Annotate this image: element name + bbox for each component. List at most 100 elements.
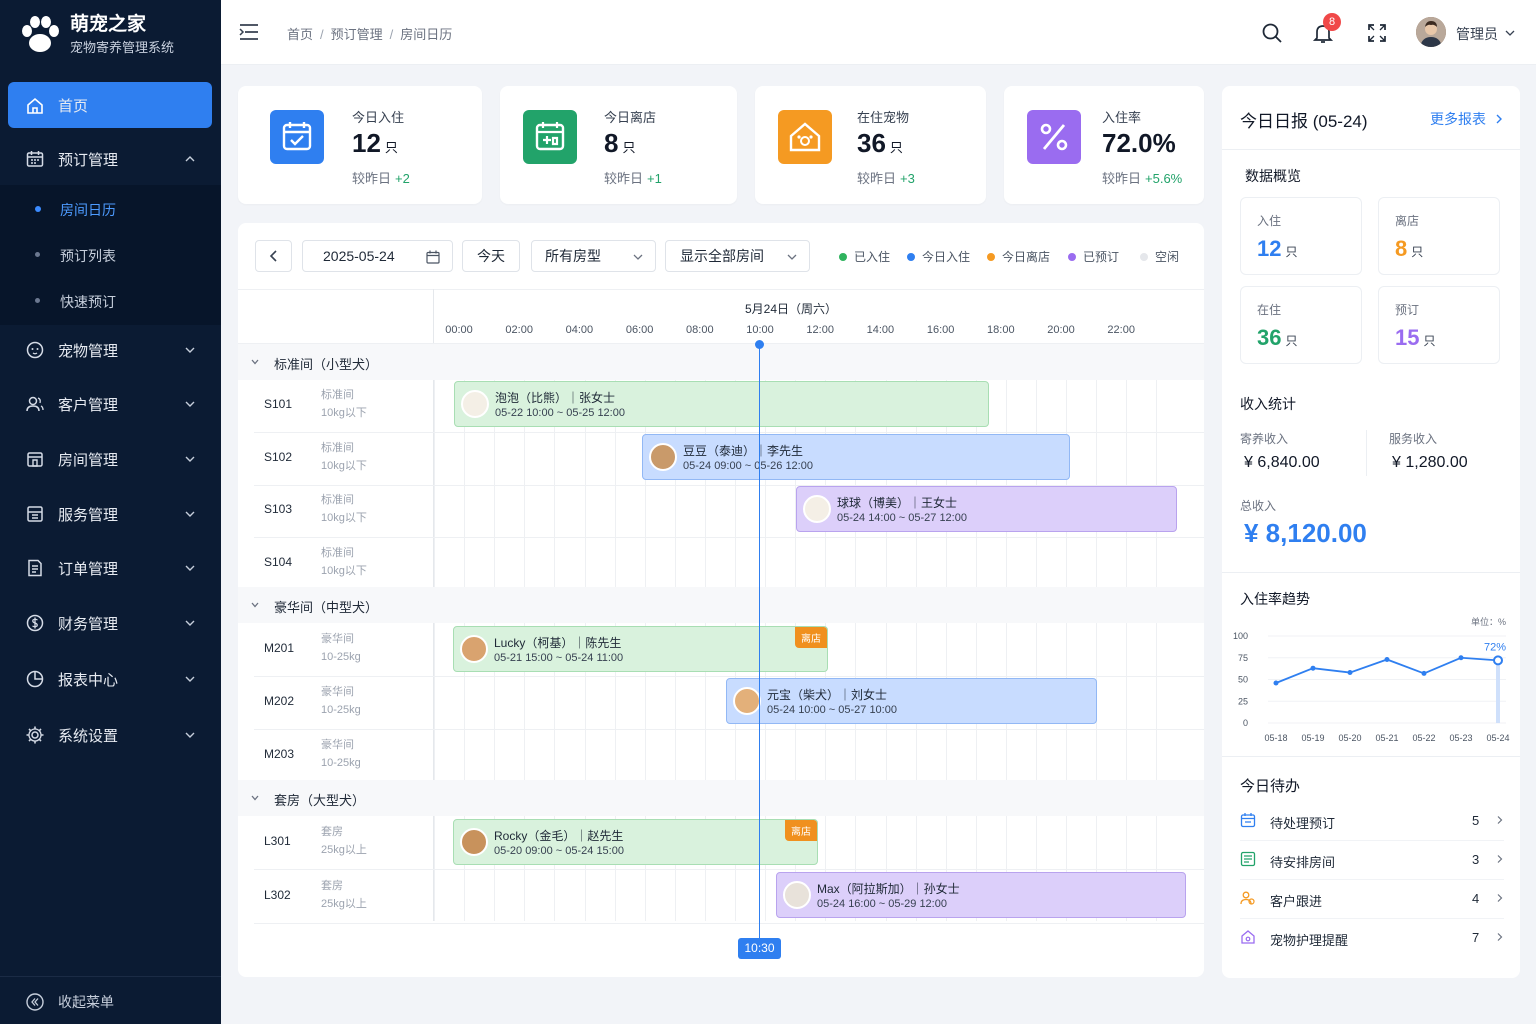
chart-y-tick: 0 xyxy=(1243,718,1248,728)
chart-y-tick: 75 xyxy=(1238,653,1248,663)
room-row: M203 豪华间 10-25kg xyxy=(238,729,434,782)
room-row: S102 标准间 10kg以下 xyxy=(238,432,434,485)
room-group-label: 豪华间（中型犬） xyxy=(274,600,379,615)
grid-line xyxy=(1156,343,1158,921)
legend-dot xyxy=(839,252,847,261)
report-icon xyxy=(26,670,44,688)
chart-data-label: 72% xyxy=(1484,641,1506,653)
submenu-item-booking-list[interactable]: 预订列表 xyxy=(0,233,221,277)
stat-icon-box xyxy=(1027,110,1081,164)
room-icon xyxy=(1240,851,1256,867)
room-type-select[interactable]: 所有房型 xyxy=(531,240,656,272)
sidebar-item-finance[interactable]: 财务管理 xyxy=(0,599,221,647)
room-number: L301 xyxy=(264,834,291,848)
grid-line xyxy=(1005,343,1007,921)
booking-block[interactable]: 元宝（柴犬）｜刘女士 05-24 10:00 ~ 05-27 10:00 xyxy=(726,678,1097,724)
legend-dot xyxy=(1068,252,1076,261)
chart-y-tick: 25 xyxy=(1238,696,1248,706)
booking-block[interactable]: Rocky（金毛）｜赵先生 05-20 09:00 ~ 05-24 15:00 … xyxy=(453,819,818,865)
user-name[interactable]: 管理员 xyxy=(1456,24,1498,44)
submenu-item-room-calendar[interactable]: 房间日历 xyxy=(0,187,221,231)
sidebar-item-pets[interactable]: 宠物管理 xyxy=(0,326,221,374)
room-row: L301 套房 25kg以上 xyxy=(238,816,434,869)
room-size: 10kg以下 xyxy=(321,565,367,577)
sidebar-item-label: 预订管理 xyxy=(58,151,119,169)
menu-toggle-icon[interactable] xyxy=(239,23,259,41)
booking-dates: 05-24 16:00 ~ 05-29 12:00 xyxy=(817,898,947,910)
search-icon[interactable] xyxy=(1261,22,1283,44)
todo-title: 今日待办 xyxy=(1240,778,1301,795)
sidebar-item-orders[interactable]: 订单管理 xyxy=(0,544,221,592)
sidebar-item-services[interactable]: 服务管理 xyxy=(0,490,221,538)
sidebar-item-booking[interactable]: 预订管理 xyxy=(0,135,221,183)
today-button[interactable]: 今天 xyxy=(462,240,520,272)
sidebar-item-reports[interactable]: 报表中心 xyxy=(0,655,221,703)
breadcrumb-item: 房间日历 xyxy=(400,27,453,42)
legend-today-checkin: 今日入住 xyxy=(907,248,970,265)
booking-block[interactable]: 球球（博美）｜王女士 05-24 14:00 ~ 05-27 12:00 xyxy=(796,486,1177,532)
day-title: 5月24日（周六） xyxy=(745,302,838,316)
room-row: S101 标准间 10kg以下 xyxy=(238,379,434,432)
chart-x-tick: 05-20 xyxy=(1338,733,1361,743)
time-tick: 08:00 xyxy=(686,324,714,336)
legend-booked: 已预订 xyxy=(1068,248,1119,265)
room-type: 标准间 xyxy=(321,494,354,506)
overview-checkout: 离店 8只 xyxy=(1378,197,1500,275)
top-header: 首页 / 预订管理 / 房间日历 8 管理员 xyxy=(221,0,1536,65)
sidebar-item-rooms[interactable]: 房间管理 xyxy=(0,435,221,483)
time-tick: 16:00 xyxy=(926,324,955,336)
submenu-item-quick-booking[interactable]: 快速预订 xyxy=(0,279,221,323)
grid-line xyxy=(434,343,435,921)
breadcrumb-item[interactable]: 预订管理 xyxy=(331,27,383,42)
submenu-item-label: 预订列表 xyxy=(60,248,116,264)
submenu-item-label: 房间日历 xyxy=(60,202,116,218)
home-icon xyxy=(1241,930,1255,944)
app-subtitle: 宠物寄养管理系统 xyxy=(70,40,175,55)
room-number: M203 xyxy=(264,747,295,761)
prev-day-button[interactable] xyxy=(255,240,292,272)
room-group-header[interactable]: 豪华间（中型犬） xyxy=(238,587,1204,623)
grid-line xyxy=(1126,343,1128,921)
todo-item[interactable]: 待安排房间 3 xyxy=(1240,841,1504,880)
booking-name: 泡泡（比熊）｜张女士 xyxy=(495,391,616,405)
time-tick: 06:00 xyxy=(625,324,654,336)
room-display-select[interactable]: 显示全部房间 xyxy=(665,240,810,272)
sidebar-item-customers[interactable]: 客户管理 xyxy=(0,380,221,428)
stat-compare: 较昨日 +3 xyxy=(857,171,915,186)
overview-booked: 预订 15 只 xyxy=(1378,286,1500,364)
room-type-value: 所有房型 xyxy=(545,248,601,264)
room-size: 10-25kg xyxy=(321,757,361,769)
room-size: 25kg以上 xyxy=(321,844,367,856)
room-group-header[interactable]: 套房（大型犬） xyxy=(238,780,1204,816)
overview-staying: 在住 36 只 xyxy=(1240,286,1362,364)
collapse-menu-button[interactable]: 收起菜单 xyxy=(0,976,221,1024)
booking-block[interactable]: Max（阿拉斯加）｜孙女士 05-24 16:00 ~ 05-29 12:00 xyxy=(776,872,1186,918)
chevron-right-icon xyxy=(1497,816,1503,824)
todo-item[interactable]: 客户跟进 4 xyxy=(1240,880,1504,919)
stat-compare: 较昨日 +2 xyxy=(352,171,410,186)
room-display-value: 显示全部房间 xyxy=(680,248,764,264)
pet-avatar xyxy=(803,495,831,523)
date-picker[interactable]: 2025-05-24 xyxy=(302,240,453,272)
time-tick: 12:00 xyxy=(806,324,834,336)
calendar-out-icon xyxy=(535,122,565,151)
booking-block[interactable]: Lucky（柯基）｜陈先生 05-21 15:00 ~ 05-24 11:00 … xyxy=(453,626,828,672)
sidebar-item-home[interactable]: 首页 xyxy=(8,82,212,128)
room-type: 套房 xyxy=(321,826,343,838)
more-reports-link[interactable]: 更多报表 xyxy=(1430,109,1503,129)
sidebar-item-settings[interactable]: 系统设置 xyxy=(0,711,221,759)
fullscreen-icon[interactable] xyxy=(1366,22,1388,44)
chevron-right-icon xyxy=(1497,894,1503,902)
avatar[interactable] xyxy=(1416,17,1446,47)
todo-item[interactable]: 待处理预订 5 xyxy=(1240,802,1504,841)
room-group-header[interactable]: 标准间（小型犬） xyxy=(238,344,1204,380)
chart-x-tick: 05-21 xyxy=(1375,733,1398,743)
stat-card-occupancy: 入住率 72.0% 较昨日 +5.6% xyxy=(1004,86,1204,204)
booking-block[interactable]: 泡泡（比熊）｜张女士 05-22 10:00 ~ 05-25 12:00 xyxy=(454,381,989,427)
booking-block[interactable]: 豆豆（泰迪）｜李先生 05-24 09:00 ~ 05-26 12:00 xyxy=(642,434,1070,480)
todo-item[interactable]: 宠物护理提醒 7 xyxy=(1240,919,1504,958)
overview-title: 数据概览 xyxy=(1245,168,1301,184)
booking-name: 豆豆（泰迪）｜李先生 xyxy=(683,444,804,458)
breadcrumb-item[interactable]: 首页 xyxy=(287,27,313,42)
finance-icon xyxy=(26,614,44,632)
